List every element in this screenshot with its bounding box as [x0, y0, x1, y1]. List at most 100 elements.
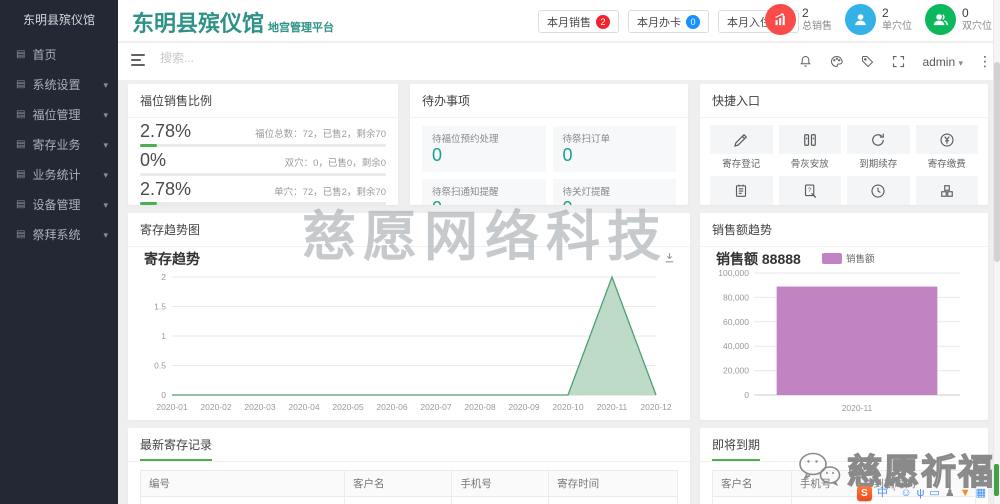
user-menu[interactable]: admin ▾: [922, 55, 963, 69]
app-title: 东明县殡仪馆: [132, 11, 265, 36]
scrollbar-thumb[interactable]: [994, 62, 1000, 262]
card-title: 寄存趋势图: [128, 213, 690, 247]
sogou-logo-icon[interactable]: S: [856, 486, 872, 501]
svg-text:100,000: 100,000: [718, 268, 749, 278]
svg-text:2020-11: 2020-11: [597, 402, 628, 412]
ratio-row-total: 2.78% 福位总数：72，已售2，剩余70: [128, 118, 398, 147]
boxes-icon: [915, 176, 978, 205]
svg-text:0.5: 0.5: [154, 361, 166, 371]
menu-grid-icon: ▤: [16, 229, 26, 240]
stat-single-slots: 2 单穴位: [845, 4, 912, 35]
fullscreen-icon[interactable]: [891, 54, 907, 70]
ratio-row-double: 0% 双穴：0，已售0，剩余0: [128, 147, 398, 176]
sidebar-item-worship-system[interactable]: ▤ 祭拜系统 ▾: [0, 220, 118, 250]
sidebar-item-system-settings[interactable]: ▤ 系统设置 ▾: [0, 70, 118, 100]
tab-expiring-soon[interactable]: 即将到期: [712, 436, 761, 461]
tray-handle[interactable]: [994, 464, 999, 496]
input-method-tray: S 中 ’ ☺ ψ ▭ ♟ ▼ ▦: [856, 486, 986, 501]
sidebar-item-device-mgmt[interactable]: ▤ 设备管理 ▾: [0, 190, 118, 220]
quick-deposit-payment[interactable]: 寄存缴费: [915, 125, 978, 172]
todo-grid: 待福位预约处理 0 待祭扫订单 0 待祭扫通知提醒 0 待关灯提醒 0: [410, 118, 688, 205]
month-stat-pills: 本月销售 2 本月办卡 0 本月入住 0: [538, 10, 799, 33]
sidebar-title: 东明县殡仪馆: [22, 13, 95, 27]
columns-icon: [778, 125, 841, 154]
svg-text:?: ?: [808, 187, 812, 193]
todo-tile-worship-orders[interactable]: 待祭扫订单 0: [552, 126, 676, 172]
app-subtitle: 地宫管理平台: [268, 22, 335, 34]
menu-grid-icon: ▤: [16, 49, 26, 60]
tab-row: 最新寄存记录: [128, 428, 690, 462]
menu-grid-icon: ▤: [16, 109, 26, 120]
svg-text:60,000: 60,000: [723, 317, 749, 327]
svg-text:40,000: 40,000: [723, 341, 749, 351]
svg-text:1: 1: [161, 331, 166, 341]
keyboard-icon[interactable]: ▭: [929, 488, 939, 499]
punct-icon[interactable]: ’: [893, 488, 895, 499]
quick-ash-placement[interactable]: 骨灰安放: [778, 125, 841, 172]
svg-text:0: 0: [744, 390, 749, 400]
pill-month-sales[interactable]: 本月销售 2: [538, 10, 619, 33]
header-stats: 2 总销售 2 单穴位 0 双穴位: [765, 4, 992, 35]
svg-text:2020-05: 2020-05: [332, 402, 363, 412]
quick-worship-reminder[interactable]: 祭祀提醒: [847, 176, 910, 205]
order-list-icon: [710, 176, 773, 205]
svg-text:20,000: 20,000: [723, 366, 749, 376]
svg-text:2020-04: 2020-04: [288, 402, 319, 412]
collapse-menu-icon[interactable]: [131, 54, 145, 66]
chart-legend[interactable]: 销售额: [822, 251, 875, 265]
chevron-down-icon: ▾: [103, 230, 108, 240]
todo-tile-lamp-off[interactable]: 待关灯提醒 0: [552, 178, 676, 205]
yen-circle-icon: [915, 125, 978, 154]
quick-deposit-register[interactable]: 寄存登记: [710, 125, 773, 172]
pill-month-cards[interactable]: 本月办卡 0: [628, 10, 709, 33]
toolbar-actions: admin ▾ ⋮: [798, 43, 992, 80]
legend-swatch: [822, 252, 842, 264]
emoji-icon[interactable]: ☺: [900, 488, 911, 499]
quick-fuwei-booking[interactable]: ? 福位预约: [778, 176, 841, 205]
todo-tile-reservation[interactable]: 待福位预约处理 0: [422, 126, 546, 172]
quick-offerings-mgmt[interactable]: 祭品管理: [915, 176, 978, 205]
bell-icon[interactable]: [798, 54, 814, 70]
download-chart-icon[interactable]: [663, 251, 676, 269]
svg-text:2020-12: 2020-12: [640, 402, 671, 412]
card-title: 快捷入口: [700, 84, 988, 118]
grid-icon[interactable]: ▦: [976, 488, 986, 499]
chevron-down-icon: ▾: [103, 80, 108, 90]
todo-tile-worship-notice[interactable]: 待祭扫通知提醒 0: [422, 178, 546, 205]
svg-text:2020-08: 2020-08: [464, 402, 495, 412]
badge-count: 0: [686, 14, 700, 29]
quick-renewal[interactable]: 到期续存: [847, 125, 910, 172]
lang-icon[interactable]: 中: [877, 488, 888, 499]
tab-latest-records[interactable]: 最新寄存记录: [140, 436, 213, 461]
skin-icon[interactable]: ▼: [960, 488, 971, 499]
refresh-icon: [847, 125, 910, 154]
svg-text:2020-06: 2020-06: [376, 402, 407, 412]
chevron-down-icon: ▾: [958, 57, 963, 68]
sidebar-item-fuwei-mgmt[interactable]: ▤ 福位管理 ▾: [0, 100, 118, 130]
deposit-trend-card: 寄存趋势图 寄存趋势 0 0.5 1 1.5 2 2020-01 2020-02 2020-0…: [128, 213, 690, 420]
table-row: REG-186420201114144615 哈吉斯 2020-11-14 14…: [139, 496, 678, 504]
tag-icon[interactable]: [860, 54, 876, 70]
card-title: 福位销售比例: [128, 84, 398, 118]
latest-records-card: 最新寄存记录 编号 客户名 手机号 寄存时间 REG-1864202011141…: [128, 428, 690, 504]
chart-title: 寄存趋势: [144, 251, 200, 267]
svg-text:2020-01: 2020-01: [156, 402, 187, 412]
clock-icon: [847, 176, 910, 205]
sidebar-item-deposit-business[interactable]: ▤ 寄存业务 ▾: [0, 130, 118, 160]
chevron-down-icon: ▾: [103, 140, 108, 150]
search-input[interactable]: [160, 51, 340, 65]
progress-bar: [140, 202, 386, 205]
more-options-icon[interactable]: ⋮: [978, 53, 992, 70]
svg-text:2020-09: 2020-09: [508, 402, 539, 412]
mic-icon[interactable]: ψ: [917, 488, 925, 499]
svg-text:2020-07: 2020-07: [420, 402, 451, 412]
sidebar-item-home[interactable]: ▤ 首页: [0, 40, 118, 70]
theme-palette-icon[interactable]: [829, 54, 845, 70]
card-title: 待办事项: [410, 84, 688, 118]
quick-worship-orders[interactable]: 祭祀订单: [710, 176, 773, 205]
person-icon[interactable]: ♟: [945, 488, 955, 499]
sidebar-item-business-stats[interactable]: ▤ 业务统计 ▾: [0, 160, 118, 190]
todo-card: 待办事项 待福位预约处理 0 待祭扫订单 0 待祭扫通知提醒 0 待关灯提醒 0: [410, 84, 688, 205]
people-icon: [925, 4, 956, 35]
svg-text:1.5: 1.5: [154, 302, 166, 312]
